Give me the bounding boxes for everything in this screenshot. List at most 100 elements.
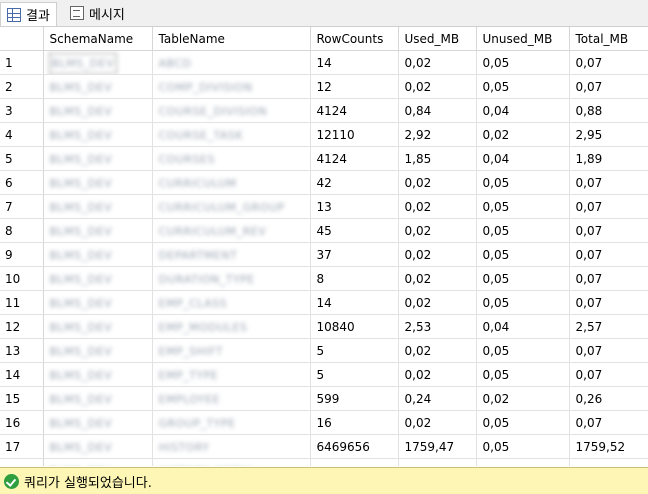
row-number-cell[interactable]: 16 bbox=[0, 410, 44, 435]
schema-name-cell[interactable]: BLMS_DEV bbox=[43, 386, 153, 411]
row-counts-cell[interactable]: 6 bbox=[310, 458, 399, 466]
row-number-cell[interactable]: 17 bbox=[0, 434, 44, 459]
table-row[interactable]: 18BLMS_DEVHISTORY_DETAIL60,020,050,07 bbox=[0, 458, 648, 466]
used-mb-cell[interactable]: 0,02 bbox=[398, 170, 477, 195]
used-mb-cell[interactable]: 0,02 bbox=[398, 50, 477, 75]
used-mb-cell[interactable]: 0,02 bbox=[398, 338, 477, 363]
row-number-cell[interactable]: 8 bbox=[0, 218, 44, 243]
table-row[interactable]: 2 BLMS_DEV COMP_DIVISION 12 0,02 0,05 0,07 bbox=[0, 74, 648, 99]
row-number-cell[interactable]: 3 bbox=[0, 98, 44, 123]
used-mb-cell[interactable]: 0,02 bbox=[398, 242, 477, 267]
table-row[interactable]: 10 BLMS_DEV DURATION_TYPE 8 0,02 0,05 0,07 bbox=[0, 266, 648, 291]
total-mb-cell[interactable]: 0,07 bbox=[569, 290, 648, 315]
table-row[interactable]: 15 BLMS_DEV EMPLOYEE 599 0,24 0,02 0,26 bbox=[0, 386, 648, 411]
total-mb-cell[interactable]: 2,95 bbox=[569, 122, 648, 147]
unused-mb-cell[interactable]: 0,02 bbox=[476, 122, 570, 147]
row-number-cell[interactable]: 10 bbox=[0, 266, 44, 291]
table-row[interactable]: 1 BLMS_DEV ABCD 14 0,02 0,05 0,07 bbox=[0, 50, 648, 75]
tab-results[interactable]: 결과 bbox=[0, 2, 57, 26]
schema-name-cell[interactable]: BLMS_DEV bbox=[43, 410, 153, 435]
used-mb-cell[interactable]: 2,92 bbox=[398, 122, 477, 147]
unused-mb-cell[interactable]: 0,05 bbox=[476, 266, 570, 291]
table-name-cell[interactable]: CURRICULUM_GROUP bbox=[152, 194, 311, 219]
schema-name-cell[interactable]: BLMS_DEV bbox=[43, 218, 153, 243]
unused-mb-cell[interactable]: 0,04 bbox=[476, 98, 570, 123]
row-number-header[interactable] bbox=[0, 27, 44, 51]
used-mb-cell[interactable]: 1,85 bbox=[398, 146, 477, 171]
schema-name-cell[interactable]: BLMS_DEV bbox=[43, 290, 153, 315]
row-counts-cell[interactable]: 12 bbox=[310, 74, 399, 99]
table-row[interactable]: 13 BLMS_DEV EMP_SHIFT 5 0,02 0,05 0,07 bbox=[0, 338, 648, 363]
table-row[interactable]: 9 BLMS_DEV DEPARTMENT 37 0,02 0,05 0,07 bbox=[0, 242, 648, 267]
row-counts-cell[interactable]: 10840 bbox=[310, 314, 399, 339]
schema-name-cell[interactable]: BLMS_DEV bbox=[43, 266, 153, 291]
total-mb-cell[interactable]: 2,57 bbox=[569, 314, 648, 339]
used-mb-cell[interactable]: 0,02 bbox=[398, 266, 477, 291]
table-name-cell[interactable]: GROUP_TYPE bbox=[152, 410, 311, 435]
unused-mb-cell[interactable]: 0,05 bbox=[476, 410, 570, 435]
table-name-cell[interactable]: EMP_SHIFT bbox=[152, 338, 311, 363]
used-mb-cell[interactable]: 2,53 bbox=[398, 314, 477, 339]
row-counts-cell[interactable]: 4124 bbox=[310, 98, 399, 123]
unused-mb-cell[interactable]: 0,05 bbox=[476, 458, 570, 466]
row-counts-cell[interactable]: 16 bbox=[310, 410, 399, 435]
column-header-used-mb[interactable]: Used_MB bbox=[398, 27, 477, 51]
row-number-cell[interactable]: 6 bbox=[0, 170, 44, 195]
total-mb-cell[interactable]: 0,88 bbox=[569, 98, 648, 123]
row-counts-cell[interactable]: 5 bbox=[310, 362, 399, 387]
total-mb-cell[interactable]: 0,07 bbox=[569, 218, 648, 243]
total-mb-cell[interactable]: 1759,52 bbox=[569, 434, 648, 459]
schema-name-cell[interactable]: BLMS_DEV bbox=[43, 242, 153, 267]
used-mb-cell[interactable]: 0,02 bbox=[398, 362, 477, 387]
row-number-cell[interactable]: 14 bbox=[0, 362, 44, 387]
table-name-cell[interactable]: DEPARTMENT bbox=[152, 242, 311, 267]
row-number-cell[interactable]: 5 bbox=[0, 146, 44, 171]
table-row[interactable]: 12 BLMS_DEV EMP_MODULES 10840 2,53 0,04 2,57 bbox=[0, 314, 648, 339]
table-name-cell[interactable]: COMP_DIVISION bbox=[152, 74, 311, 99]
table-name-cell[interactable]: EMP_MODULES bbox=[152, 314, 311, 339]
used-mb-cell[interactable]: 0,02 bbox=[398, 218, 477, 243]
used-mb-cell[interactable]: 0,02 bbox=[398, 410, 477, 435]
used-mb-cell[interactable]: 0,02 bbox=[398, 194, 477, 219]
schema-name-cell[interactable]: BLMS_DEV bbox=[43, 194, 153, 219]
schema-name-cell[interactable]: BLMS_DEV bbox=[43, 146, 153, 171]
column-header-total-mb[interactable]: Total_MB bbox=[569, 27, 648, 51]
table-name-cell[interactable]: EMP_CLASS bbox=[152, 290, 311, 315]
row-counts-cell[interactable]: 8 bbox=[310, 266, 399, 291]
schema-name-cell[interactable]: BLMS_DEV bbox=[43, 338, 153, 363]
row-counts-cell[interactable]: 5 bbox=[310, 338, 399, 363]
unused-mb-cell[interactable]: 0,05 bbox=[476, 242, 570, 267]
used-mb-cell[interactable]: 1759,47 bbox=[398, 434, 477, 459]
row-counts-cell[interactable]: 14 bbox=[310, 290, 399, 315]
row-counts-cell[interactable]: 13 bbox=[310, 194, 399, 219]
schema-name-cell[interactable]: BLMS_DEV bbox=[43, 434, 153, 459]
row-number-cell[interactable]: 2 bbox=[0, 74, 44, 99]
row-counts-cell[interactable]: 45 bbox=[310, 218, 399, 243]
total-mb-cell[interactable]: 0,07 bbox=[569, 242, 648, 267]
row-counts-cell[interactable]: 6469656 bbox=[310, 434, 399, 459]
row-counts-cell[interactable]: 14 bbox=[310, 50, 399, 75]
unused-mb-cell[interactable]: 0,02 bbox=[476, 386, 570, 411]
used-mb-cell[interactable]: 0,24 bbox=[398, 386, 477, 411]
total-mb-cell[interactable]: 0,07 bbox=[569, 74, 648, 99]
tab-messages[interactable]: 메시지 bbox=[64, 2, 131, 24]
row-counts-cell[interactable]: 12110 bbox=[310, 122, 399, 147]
table-name-cell[interactable]: ABCD bbox=[152, 50, 311, 75]
table-row[interactable]: 3 BLMS_DEV COURSE_DIVISION 4124 0,84 0,04 0,88 bbox=[0, 98, 648, 123]
row-number-cell[interactable]: 12 bbox=[0, 314, 44, 339]
table-row[interactable]: 11 BLMS_DEV EMP_CLASS 14 0,02 0,05 0,07 bbox=[0, 290, 648, 315]
unused-mb-cell[interactable]: 0,05 bbox=[476, 434, 570, 459]
used-mb-cell[interactable]: 0,02 bbox=[398, 458, 477, 466]
table-name-cell[interactable]: EMPLOYEE bbox=[152, 386, 311, 411]
row-number-cell[interactable]: 15 bbox=[0, 386, 44, 411]
unused-mb-cell[interactable]: 0,05 bbox=[476, 74, 570, 99]
table-row[interactable]: 4 BLMS_DEV COURSE_TASK 12110 2,92 0,02 2,95 bbox=[0, 122, 648, 147]
unused-mb-cell[interactable]: 0,05 bbox=[476, 290, 570, 315]
row-counts-cell[interactable]: 599 bbox=[310, 386, 399, 411]
table-name-cell[interactable]: CURRICULUM bbox=[152, 170, 311, 195]
total-mb-cell[interactable]: 0,07 bbox=[569, 458, 648, 466]
table-name-cell[interactable]: COURSE_DIVISION bbox=[152, 98, 311, 123]
total-mb-cell[interactable]: 0,26 bbox=[569, 386, 648, 411]
table-name-cell[interactable]: HISTORY_DETAIL bbox=[152, 458, 311, 466]
schema-name-cell[interactable]: BLMS_DEV bbox=[43, 50, 153, 75]
